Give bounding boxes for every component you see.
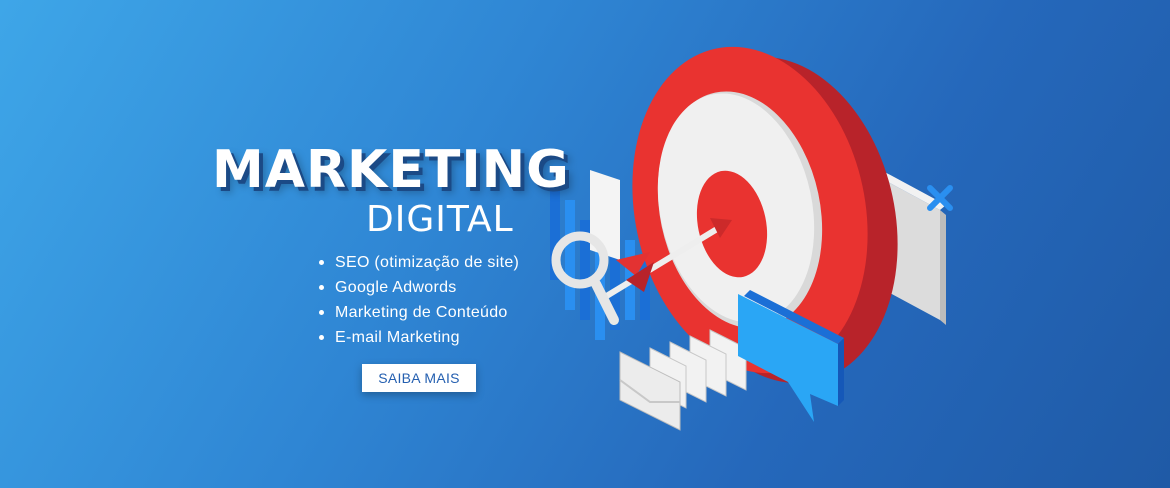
bullet-icon bbox=[319, 310, 324, 315]
service-label: E-mail Marketing bbox=[335, 329, 460, 346]
saiba-mais-button[interactable]: SAIBA MAIS bbox=[362, 364, 476, 392]
list-item: Marketing de Conteúdo bbox=[318, 300, 519, 325]
digital-marketing-illustration bbox=[550, 46, 953, 431]
envelope-icon bbox=[619, 329, 747, 431]
hero-subtitle: DIGITAL bbox=[366, 199, 514, 240]
service-label: Google Adwords bbox=[335, 279, 457, 296]
bullet-icon bbox=[319, 285, 324, 290]
hero-title: MARKETING bbox=[212, 140, 570, 200]
bullet-icon bbox=[319, 335, 324, 340]
services-list: SEO (otimização de site) Google Adwords … bbox=[318, 250, 519, 350]
list-item: E-mail Marketing bbox=[318, 325, 519, 350]
list-item: SEO (otimização de site) bbox=[318, 250, 519, 275]
hero-banner: MARKETING DIGITAL SEO (otimização de sit… bbox=[0, 0, 1170, 488]
service-label: SEO (otimização de site) bbox=[335, 254, 520, 271]
service-label: Marketing de Conteúdo bbox=[335, 304, 508, 321]
bullet-icon bbox=[319, 260, 324, 265]
list-item: Google Adwords bbox=[318, 275, 519, 300]
